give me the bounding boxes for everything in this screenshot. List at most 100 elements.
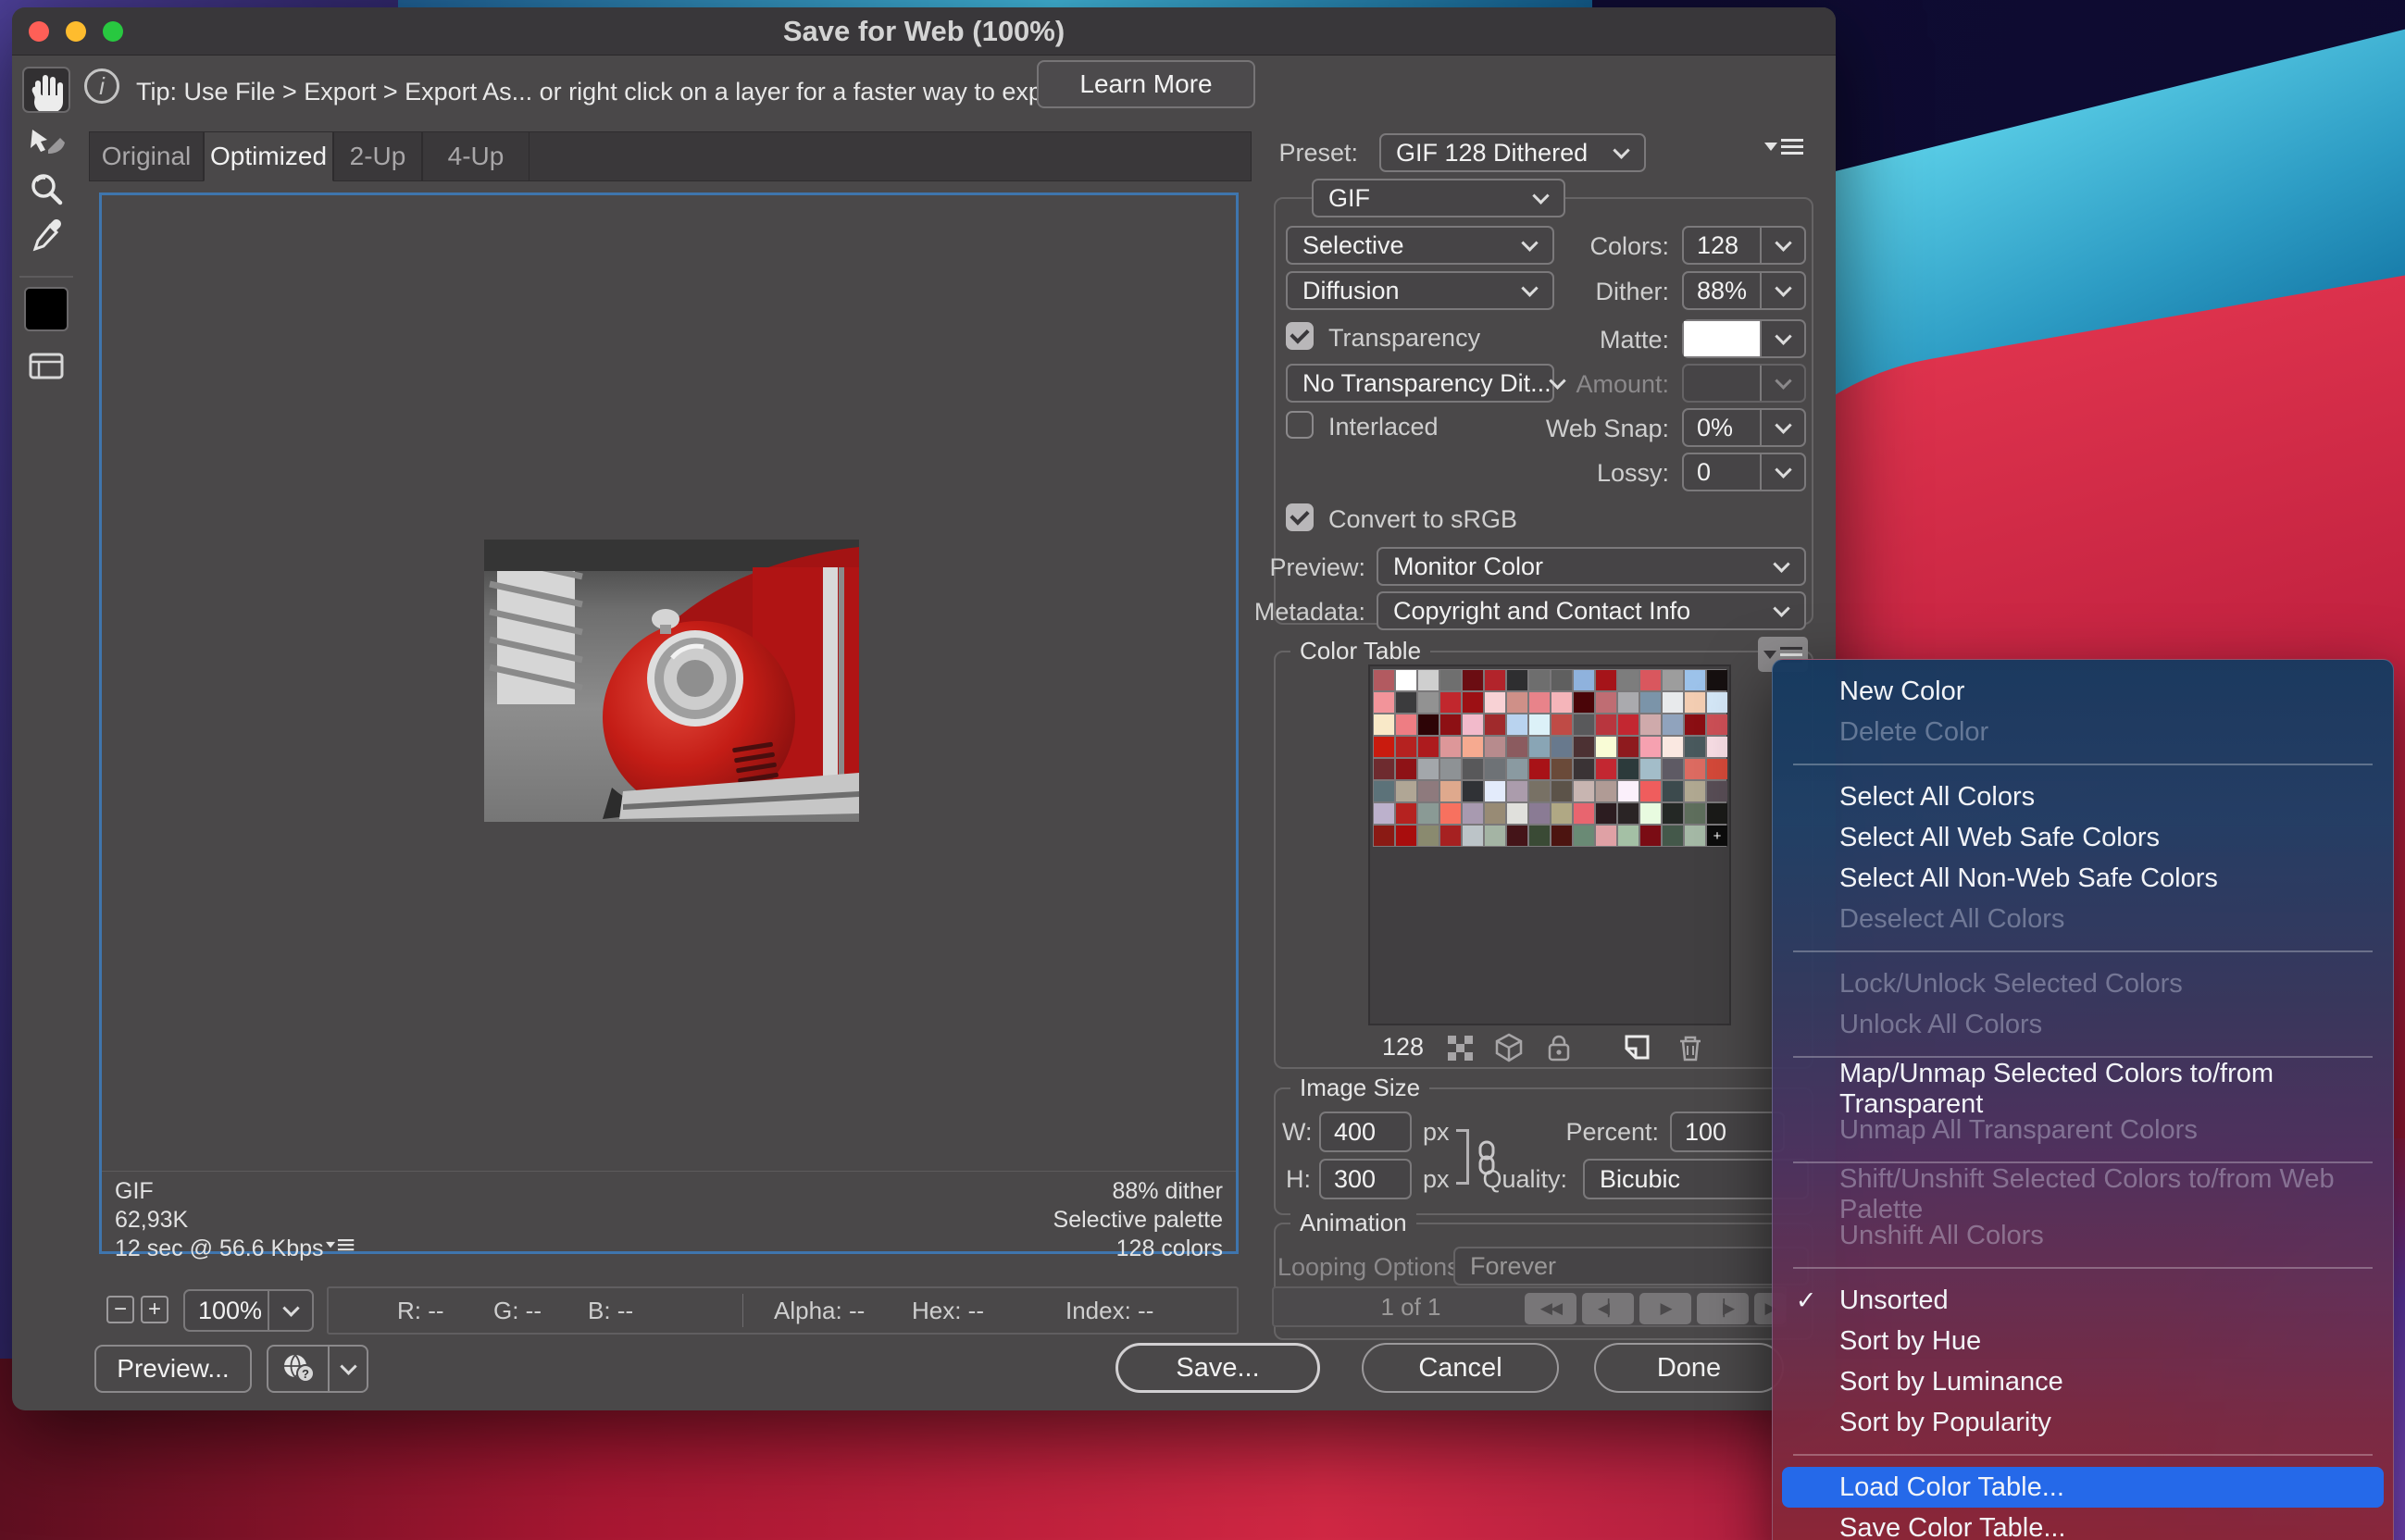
color-swatch[interactable]	[1507, 781, 1527, 801]
color-swatch[interactable]	[1374, 803, 1394, 824]
dither-combo[interactable]: 88%	[1682, 271, 1806, 310]
color-swatch[interactable]	[1529, 714, 1550, 735]
menu-item[interactable]: Map/Unmap Selected Colors to/from Transp…	[1773, 1069, 2393, 1110]
color-swatch[interactable]	[1374, 759, 1394, 779]
preview-in-browser-button[interactable]: Preview...	[94, 1345, 252, 1393]
color-swatch[interactable]	[1618, 781, 1639, 801]
websnap-combo[interactable]: 0%	[1682, 408, 1806, 447]
color-swatch[interactable]	[1707, 759, 1727, 779]
zoom-tool-button[interactable]	[22, 167, 70, 213]
color-swatch[interactable]	[1596, 803, 1616, 824]
colors-chevron[interactable]	[1760, 228, 1804, 263]
color-swatch[interactable]	[1574, 692, 1594, 713]
color-swatch[interactable]	[1374, 670, 1394, 690]
color-swatch[interactable]	[1685, 737, 1705, 757]
color-swatch[interactable]	[1574, 714, 1594, 735]
color-swatch[interactable]	[1396, 737, 1416, 757]
color-swatch[interactable]	[1640, 737, 1661, 757]
color-swatch[interactable]	[1507, 826, 1527, 846]
color-swatch[interactable]	[1707, 670, 1727, 690]
format-dropdown[interactable]: GIF	[1312, 179, 1565, 217]
color-swatch[interactable]	[1440, 781, 1461, 801]
matte-combo[interactable]	[1682, 319, 1806, 358]
color-swatch[interactable]	[1574, 670, 1594, 690]
color-swatch[interactable]	[1663, 759, 1683, 779]
metadata-dropdown[interactable]: Copyright and Contact Info	[1377, 591, 1806, 630]
color-swatch[interactable]	[1374, 826, 1394, 846]
map-transparency-button[interactable]	[1442, 1031, 1477, 1064]
color-swatch[interactable]	[1596, 670, 1616, 690]
color-swatch[interactable]	[1596, 759, 1616, 779]
color-swatch[interactable]	[1440, 759, 1461, 779]
save-button[interactable]: Save...	[1115, 1343, 1320, 1393]
color-swatch[interactable]	[1529, 759, 1550, 779]
color-swatch[interactable]	[1663, 826, 1683, 846]
color-swatch[interactable]	[1463, 803, 1483, 824]
color-swatch[interactable]	[1574, 737, 1594, 757]
color-swatch[interactable]	[1640, 670, 1661, 690]
menu-item[interactable]: Sort by Hue	[1773, 1321, 2393, 1361]
menu-item[interactable]: Select All Web Safe Colors	[1773, 817, 2393, 858]
optimize-menu-icon[interactable]	[1764, 139, 1803, 155]
color-swatch[interactable]	[1485, 670, 1505, 690]
color-swatch[interactable]	[1707, 737, 1727, 757]
color-swatch[interactable]	[1529, 670, 1550, 690]
color-swatch[interactable]	[1440, 737, 1461, 757]
color-swatch[interactable]	[1551, 759, 1572, 779]
tab-original[interactable]: Original	[89, 131, 204, 181]
color-swatch[interactable]	[1485, 692, 1505, 713]
matte-chevron[interactable]	[1760, 321, 1804, 356]
transparency-checkbox[interactable]	[1286, 322, 1314, 350]
color-swatch[interactable]	[1418, 781, 1439, 801]
color-swatch[interactable]	[1374, 692, 1394, 713]
preset-dropdown[interactable]: GIF 128 Dithered	[1379, 133, 1646, 172]
color-swatch[interactable]	[1463, 692, 1483, 713]
color-swatch[interactable]	[1596, 714, 1616, 735]
color-swatch[interactable]	[1396, 714, 1416, 735]
menu-item[interactable]: Sort by Luminance	[1773, 1361, 2393, 1402]
lossy-combo[interactable]: 0	[1682, 453, 1806, 491]
color-swatch[interactable]	[1707, 692, 1727, 713]
color-swatch[interactable]	[1551, 737, 1572, 757]
color-swatch[interactable]	[1596, 781, 1616, 801]
color-swatch[interactable]	[1529, 781, 1550, 801]
color-swatch[interactable]	[1507, 670, 1527, 690]
color-swatch[interactable]	[1663, 737, 1683, 757]
cancel-button[interactable]: Cancel	[1362, 1343, 1559, 1393]
color-swatch[interactable]	[1463, 826, 1483, 846]
download-speed-menu-icon[interactable]	[326, 1239, 354, 1250]
color-swatch[interactable]	[1463, 737, 1483, 757]
color-swatch[interactable]	[1529, 692, 1550, 713]
zoom-level-combo[interactable]: 100%	[183, 1289, 314, 1332]
color-swatch[interactable]	[1463, 670, 1483, 690]
color-swatch[interactable]	[1440, 826, 1461, 846]
color-swatch[interactable]	[1596, 826, 1616, 846]
color-swatch[interactable]	[1618, 692, 1639, 713]
preview-dropdown[interactable]: Monitor Color	[1377, 547, 1806, 586]
color-swatch[interactable]	[1551, 781, 1572, 801]
color-swatch[interactable]	[1596, 737, 1616, 757]
color-swatch[interactable]	[1685, 759, 1705, 779]
color-swatch[interactable]	[1640, 759, 1661, 779]
zoom-out-button[interactable]: −	[106, 1296, 134, 1323]
menu-item[interactable]: Select All Colors	[1773, 776, 2393, 817]
delete-color-button[interactable]	[1673, 1031, 1708, 1064]
color-swatch[interactable]	[1485, 737, 1505, 757]
color-swatch[interactable]	[1685, 803, 1705, 824]
color-swatch[interactable]	[1618, 759, 1639, 779]
color-swatch[interactable]	[1685, 670, 1705, 690]
color-swatch[interactable]	[1485, 826, 1505, 846]
color-swatch[interactable]	[1640, 781, 1661, 801]
color-swatch[interactable]	[1485, 803, 1505, 824]
color-swatch[interactable]	[1396, 692, 1416, 713]
color-swatch[interactable]	[1418, 692, 1439, 713]
color-swatch[interactable]	[1374, 714, 1394, 735]
color-swatch[interactable]	[1463, 714, 1483, 735]
color-swatch[interactable]	[1418, 759, 1439, 779]
color-swatch[interactable]	[1574, 759, 1594, 779]
color-swatch[interactable]	[1507, 692, 1527, 713]
color-swatch[interactable]	[1440, 803, 1461, 824]
color-swatch[interactable]	[1463, 781, 1483, 801]
color-swatch[interactable]	[1663, 803, 1683, 824]
lock-color-button[interactable]	[1541, 1031, 1576, 1064]
